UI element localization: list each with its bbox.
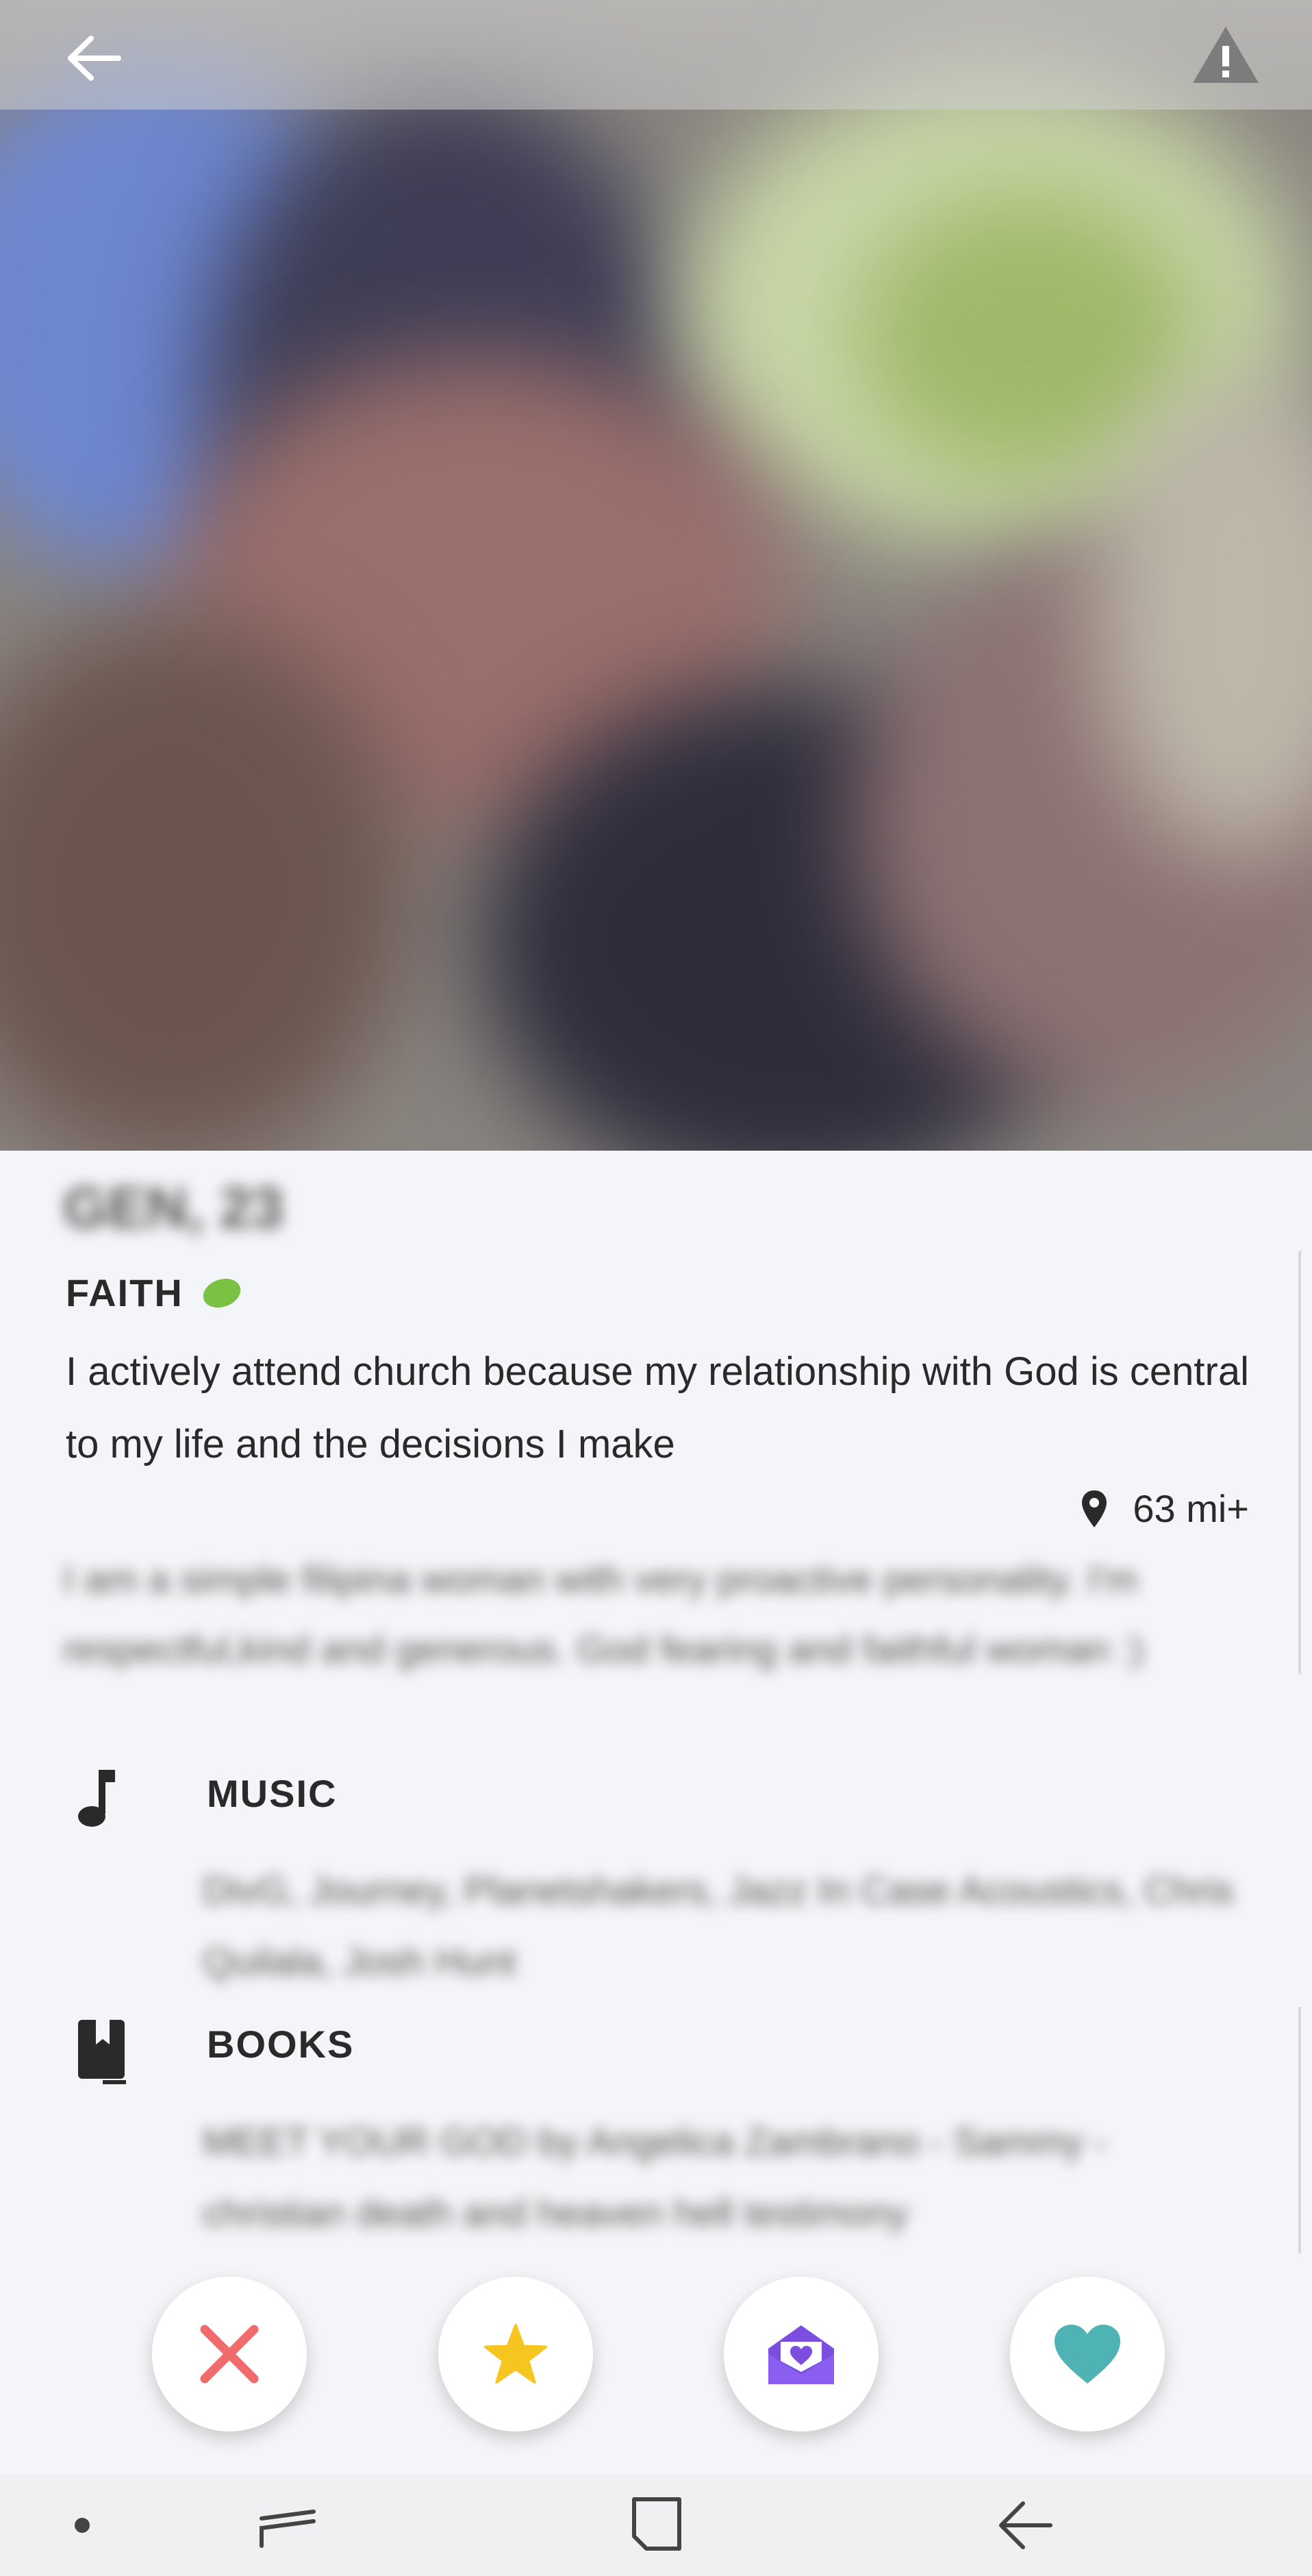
nav-dot [55,2474,110,2576]
faith-label: FAITH [66,1271,184,1314]
pass-button[interactable] [152,2277,307,2431]
faith-heading: FAITH [66,1271,244,1315]
distance-text: 63 mi+ [1133,1487,1249,1530]
recents-button[interactable] [247,2474,329,2576]
music-note-icon [75,1767,116,1832]
scrollbar[interactable] [1298,1250,1307,1675]
music-section-body: DivG, Journey, Planetshakers, Jazz In Ca… [203,1868,1234,1983]
book-icon [75,2017,130,2089]
super-like-button[interactable] [438,2277,593,2431]
books-section-title: BOOKS [207,2023,355,2066]
location-pin-icon [1082,1490,1107,1527]
home-button[interactable] [615,2474,697,2576]
x-icon [200,2325,259,2384]
like-button[interactable] [1010,2277,1165,2431]
report-button[interactable] [1185,14,1267,96]
warning-triangle-icon [1193,27,1259,83]
action-bar [0,2274,1312,2438]
back-button[interactable] [983,2474,1065,2576]
scrollbar-track [1298,2007,1307,2253]
back-arrow-icon [999,2501,1052,2549]
faith-description: I actively attend church because my rela… [66,1349,1249,1466]
name-age: GEN, 23 [63,1175,284,1240]
dot-icon [75,2517,90,2533]
recents-icon [260,2509,316,2548]
photo-top-strip [0,0,1312,110]
message-button[interactable] [724,2277,879,2431]
arrow-left-icon [68,36,121,81]
books-section-body: MEET YOUR GOD by Angelica Zambrano - Sam… [203,2120,1107,2234]
bio-text: I am a simple filipina woman with very p… [63,1558,1144,1671]
star-icon [484,2323,547,2384]
system-navigation-bar [0,2474,1312,2576]
music-section-title: MUSIC [207,1772,338,1815]
home-square-icon [632,2497,681,2551]
profile-photo[interactable] [0,0,1312,1151]
heart-icon [1055,2325,1120,2384]
faith-indicator-icon [199,1273,244,1312]
distance-info: 63 mi+ [1081,1486,1249,1531]
back-arrow-button[interactable] [55,21,130,96]
envelope-heart-icon [768,2325,834,2384]
